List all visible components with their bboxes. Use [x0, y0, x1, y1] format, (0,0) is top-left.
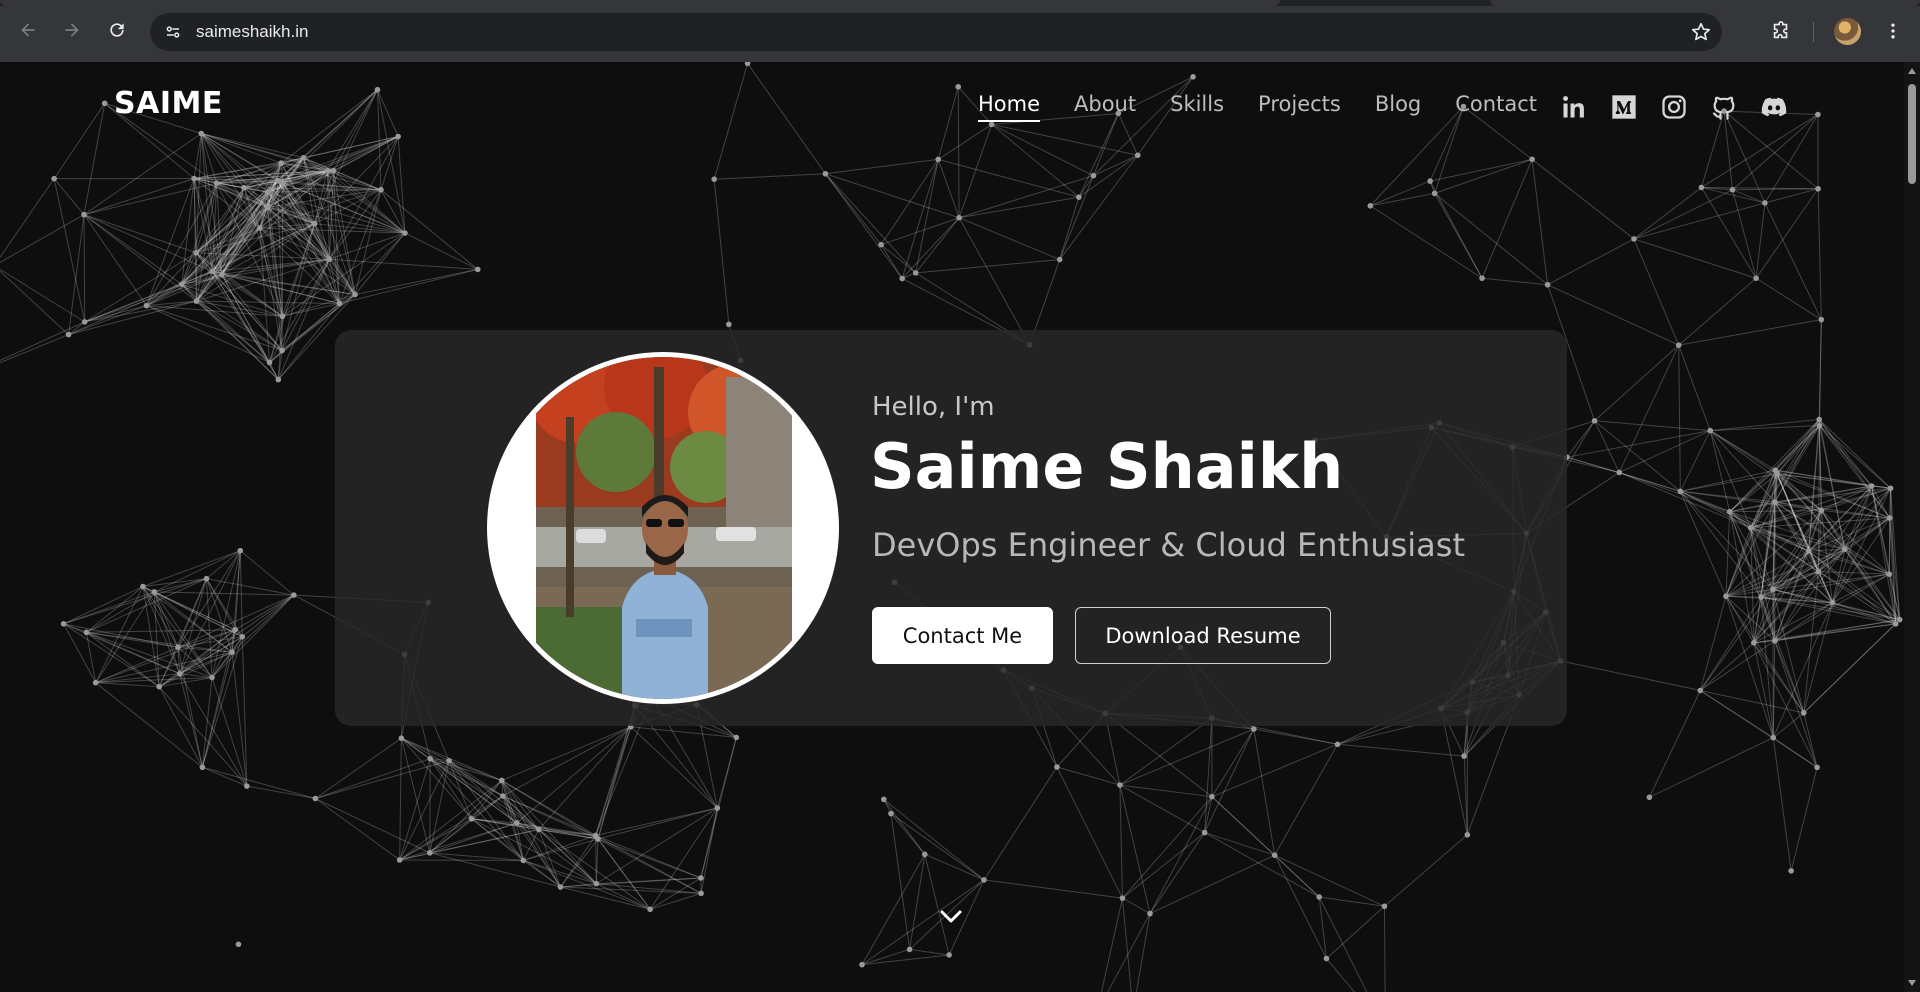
arrow-right-icon: [65, 23, 79, 37]
scroll-up-arrow[interactable]: [1908, 68, 1916, 74]
extensions-button[interactable]: [1766, 16, 1796, 46]
site-settings-icon[interactable]: [160, 19, 186, 45]
nav-home[interactable]: Home: [978, 92, 1041, 122]
nav-blog[interactable]: Blog: [1375, 92, 1421, 122]
chevron-down-icon[interactable]: [936, 902, 966, 932]
arrow-left-icon: [21, 23, 35, 37]
reload-button[interactable]: [103, 16, 131, 44]
nav-contact[interactable]: Contact: [1455, 92, 1537, 122]
scroll-down-arrow[interactable]: [1908, 980, 1916, 986]
nav-about[interactable]: About: [1074, 92, 1136, 122]
hero-name: Saime Shaikh: [870, 430, 1344, 503]
social-links: [1559, 92, 1789, 122]
back-button[interactable]: [14, 16, 42, 44]
page-scrollbar[interactable]: [1904, 62, 1920, 992]
toolbar-divider: [1813, 22, 1814, 42]
profile-photo-image: [536, 357, 792, 699]
forward-button[interactable]: [58, 16, 86, 44]
linkedin-link[interactable]: [1559, 92, 1589, 122]
discord-icon: [1761, 97, 1787, 117]
nav-skills[interactable]: Skills: [1170, 92, 1224, 122]
instagram-icon: [1662, 95, 1686, 119]
browser-menu-button[interactable]: [1878, 16, 1908, 46]
url-text[interactable]: saimeshaikh.in: [196, 22, 308, 42]
reload-icon: [110, 23, 124, 37]
profile-photo-frame: [487, 352, 839, 704]
hero-tagline: DevOps Engineer & Cloud Enthusiast: [872, 526, 1465, 564]
active-tab-edge: [0, 0, 1280, 6]
hero-card: Hello, I'm Saime Shaikh DevOps Engineer …: [335, 330, 1567, 726]
scrollbar-thumb[interactable]: [1908, 84, 1916, 184]
github-link[interactable]: [1709, 92, 1739, 122]
profile-photo: [492, 357, 834, 699]
site-logo[interactable]: SAIME: [114, 86, 223, 121]
nav-projects[interactable]: Projects: [1258, 92, 1341, 122]
tab-strip: [0, 0, 1920, 6]
contact-me-button[interactable]: Contact Me: [872, 607, 1053, 664]
medium-link[interactable]: [1609, 92, 1639, 122]
puzzle-icon: [1773, 21, 1788, 39]
greeting-text: Hello, I'm: [872, 392, 995, 422]
star-icon[interactable]: [1690, 21, 1712, 43]
portfolio-page: SAIME Home About Skills Projects Blog Co…: [0, 62, 1904, 992]
github-icon: [1712, 96, 1735, 120]
medium-icon: [1612, 95, 1636, 119]
browser-toolbar: saimeshaikh.in: [0, 0, 1920, 62]
profile-avatar[interactable]: [1834, 18, 1861, 45]
main-navigation: Home About Skills Projects Blog Contact: [978, 92, 1537, 122]
tab-edge: [1490, 0, 1920, 6]
download-resume-button[interactable]: Download Resume: [1075, 607, 1331, 664]
instagram-link[interactable]: [1659, 92, 1689, 122]
discord-link[interactable]: [1759, 92, 1789, 122]
linkedin-icon: [1563, 96, 1584, 118]
address-bar[interactable]: saimeshaikh.in: [150, 13, 1722, 51]
kebab-menu-icon: [1891, 23, 1895, 39]
